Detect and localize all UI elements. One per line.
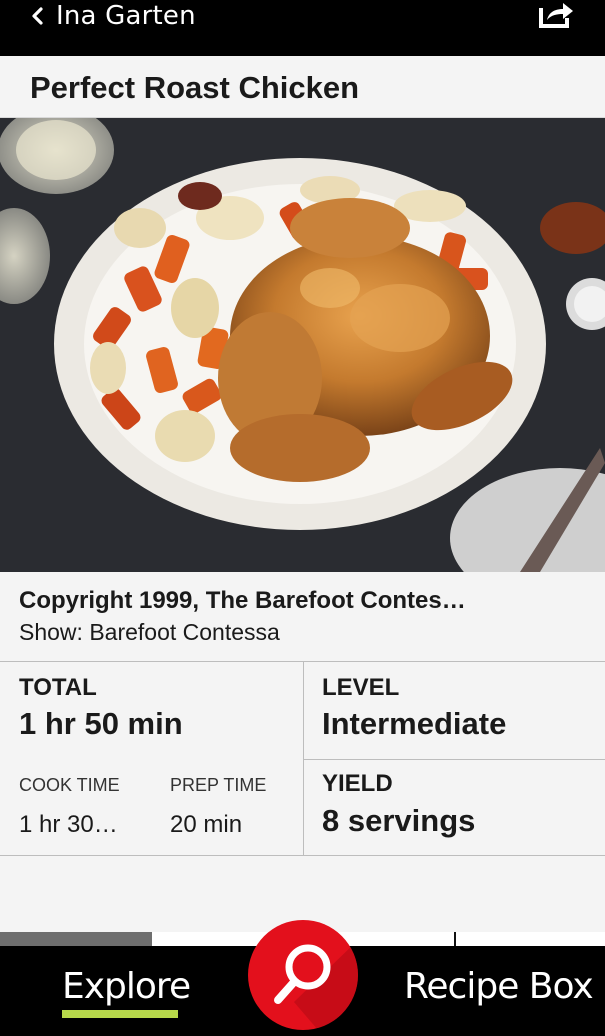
level-label: LEVEL: [322, 674, 400, 701]
indicator-separator: [454, 932, 456, 946]
search-button[interactable]: [248, 920, 358, 1030]
recipe-photo[interactable]: [0, 118, 605, 572]
share-icon: [539, 3, 573, 28]
recipe-source: Copyright 1999, The Barefoot Contes… Sho…: [0, 572, 605, 662]
search-icon: [274, 940, 358, 1030]
recipe-title: Perfect Roast Chicken: [30, 70, 360, 105]
copyright-text: Copyright 1999, The Barefoot Contes…: [19, 587, 466, 614]
top-nav-bar: Ina Garten: [0, 0, 605, 56]
total-label: TOTAL: [19, 674, 97, 701]
divider: [304, 759, 605, 760]
show-text[interactable]: Show: Barefoot Contessa: [19, 619, 280, 646]
tab-explore[interactable]: Explore: [62, 966, 191, 1007]
roast-chicken-image: [0, 118, 605, 572]
cook-time-value: 1 hr 30…: [19, 811, 118, 838]
title-bar: Perfect Roast Chicken: [0, 56, 605, 118]
back-button[interactable]: Ina Garten: [30, 0, 196, 32]
recipe-info-grid: TOTAL 1 hr 50 min COOK TIME 1 hr 30… PRE…: [0, 662, 605, 856]
total-value: 1 hr 50 min: [19, 706, 183, 741]
yield-value: 8 servings: [322, 803, 476, 838]
level-value: Intermediate: [322, 706, 507, 741]
tab-recipe-box[interactable]: Recipe Box: [404, 966, 594, 1007]
yield-label: YIELD: [322, 770, 393, 797]
share-button[interactable]: [533, 0, 577, 32]
prep-time-label: PREP TIME: [170, 775, 267, 795]
chevron-left-icon: [32, 7, 43, 25]
indicator-segment-active: [0, 932, 152, 946]
back-label: Ina Garten: [56, 1, 196, 31]
prep-time-value: 20 min: [170, 811, 243, 838]
active-tab-indicator: [62, 1010, 178, 1018]
cook-time-label: COOK TIME: [19, 775, 120, 795]
